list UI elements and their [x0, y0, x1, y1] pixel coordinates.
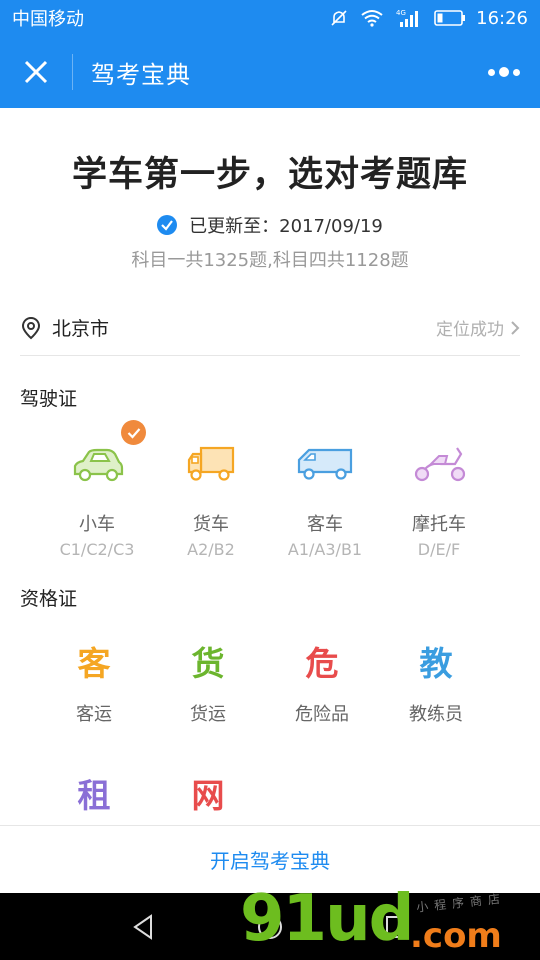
- check-icon: [127, 427, 140, 439]
- system-navigation-bar: [0, 893, 540, 960]
- selected-badge: [121, 420, 146, 445]
- certificate-list: 客 客运 货 货运 危 危险品 教 教练员: [0, 642, 540, 726]
- back-triangle-icon: [133, 913, 153, 940]
- certificate-glyph: 货: [191, 644, 225, 683]
- location-pin-icon: [21, 316, 41, 339]
- motorcycle-icon: [414, 447, 466, 482]
- car-icon: [73, 448, 124, 482]
- license-code: D/E/F: [417, 540, 461, 559]
- certificate-label: 危险品: [295, 704, 349, 725]
- title-divider: [72, 54, 73, 90]
- certificate-option-hazardous[interactable]: 危 危险品: [265, 642, 379, 726]
- page-title: 驾考宝典: [91, 60, 191, 89]
- home-circle-icon: [257, 914, 282, 939]
- headline: 学车第一步，选对考题库: [71, 155, 468, 195]
- clock: 16:26: [476, 7, 528, 29]
- question-counts: 科目一共1325题,科目四共1128题: [131, 250, 409, 271]
- certificate-option-instructor[interactable]: 教 教练员: [379, 642, 493, 726]
- license-option-motorcycle[interactable]: 摩托车 D/E/F: [382, 430, 496, 559]
- carrier-name: 中国移动: [12, 9, 84, 30]
- certificate-option-rental[interactable]: 租: [37, 774, 151, 818]
- certificate-label: 教练员: [409, 704, 463, 725]
- license-option-bus[interactable]: 客车 A1/A3/B1: [268, 430, 382, 559]
- license-option-truck[interactable]: 货车 A2/B2: [154, 430, 268, 559]
- license-list: 小车 C1/C2/C3 货车 A2/B2 客车 A1/A3/B1 摩托车 D/E…: [0, 420, 540, 559]
- back-button[interactable]: [123, 907, 163, 947]
- certificate-section-title: 资格证: [20, 588, 78, 610]
- more-options-button[interactable]: [488, 60, 520, 84]
- signal-icon: 4G: [396, 8, 422, 28]
- title-bar: 驾考宝典: [0, 36, 540, 108]
- certificate-glyph: 教: [419, 644, 453, 683]
- license-option-car[interactable]: 小车 C1/C2/C3: [40, 420, 154, 559]
- certificate-label: 货运: [190, 704, 226, 725]
- recents-square-icon: [385, 915, 408, 938]
- bus-icon: [297, 448, 353, 480]
- check-circle-icon: [157, 215, 178, 235]
- status-bar: 中国移动 4G 16:26: [0, 0, 540, 36]
- certificate-option-ride-hailing[interactable]: 网: [151, 774, 265, 818]
- home-button[interactable]: [250, 907, 290, 947]
- certificate-option-freight[interactable]: 货 货运: [151, 642, 265, 726]
- location-status: 定位成功: [436, 320, 504, 340]
- license-name: 货车: [193, 514, 229, 535]
- certificate-glyph: 租: [77, 776, 111, 815]
- certificate-list-second-row: 租 网: [0, 774, 540, 818]
- update-status: 已更新至：2017/09/19: [0, 212, 540, 238]
- chevron-right-icon: [511, 320, 520, 335]
- location-row[interactable]: 北京市 定位成功: [20, 300, 520, 356]
- battery-icon: [434, 10, 466, 26]
- close-icon: [24, 60, 48, 84]
- license-code: A1/A3/B1: [287, 540, 363, 559]
- network-type: 4G: [396, 9, 406, 17]
- update-text: 已更新至：2017/09/19: [189, 216, 383, 237]
- recents-button[interactable]: [377, 907, 417, 947]
- certificate-glyph: 网: [191, 776, 225, 815]
- license-name: 小车: [79, 514, 115, 535]
- more-dot-icon: [513, 68, 520, 76]
- license-code: C1/C2/C3: [59, 540, 135, 559]
- truck-icon: [187, 446, 235, 481]
- certificate-option-passenger[interactable]: 客 客运: [37, 642, 151, 726]
- city-name: 北京市: [52, 318, 110, 340]
- open-app-button[interactable]: 开启驾考宝典: [0, 825, 540, 893]
- certificate-glyph: 危: [305, 644, 339, 683]
- license-section-title: 驾驶证: [20, 388, 78, 410]
- license-name: 客车: [307, 514, 343, 535]
- close-button[interactable]: [0, 36, 72, 108]
- certificate-label: 客运: [76, 704, 112, 725]
- more-dot-icon: [499, 67, 509, 77]
- more-dot-icon: [488, 68, 495, 76]
- mute-icon: [330, 9, 348, 27]
- license-code: A2/B2: [187, 540, 235, 559]
- certificate-glyph: 客: [77, 644, 111, 683]
- license-name: 摩托车: [412, 514, 466, 535]
- wifi-icon: [360, 9, 384, 27]
